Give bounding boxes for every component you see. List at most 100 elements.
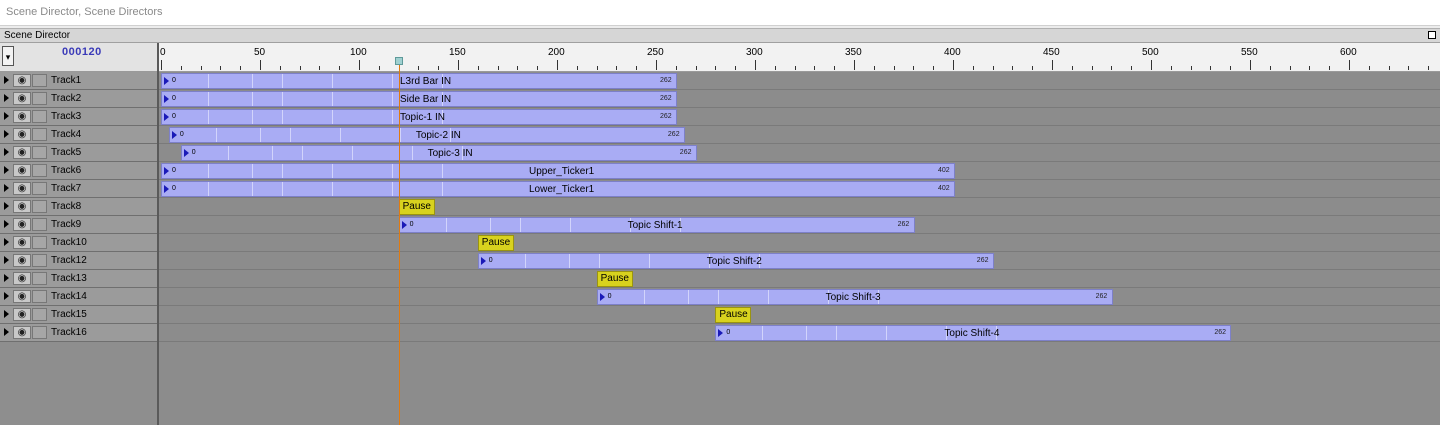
track-row[interactable]: ◉ Track1 [0,72,157,90]
track-row[interactable]: ◉ Track7 [0,180,157,198]
track-lane[interactable]: 0 Topic Shift-1 262 [159,216,1440,234]
pause-marker[interactable]: Pause [596,271,633,287]
eye-icon[interactable]: ◉ [13,326,31,339]
eye-icon[interactable]: ◉ [13,92,31,105]
track-row[interactable]: ◉ Track15 [0,306,157,324]
track-lane[interactable]: 0 Side Bar IN 262 [159,90,1440,108]
lock-toggle[interactable] [32,128,47,141]
lock-toggle[interactable] [32,182,47,195]
playhead[interactable] [398,60,400,425]
keyframe-marker [252,182,253,196]
expand-icon[interactable] [4,220,9,228]
eye-icon[interactable]: ◉ [13,146,31,159]
eye-icon[interactable]: ◉ [13,200,31,213]
track-lane[interactable]: 0 Topic Shift-2 262 [159,252,1440,270]
timeline-clip[interactable]: 0 L3rd Bar IN 262 [161,73,677,89]
lock-toggle[interactable] [32,290,47,303]
lock-toggle[interactable] [32,308,47,321]
track-lane[interactable]: 0 Lower_Ticker1 402 [159,180,1440,198]
eye-icon[interactable]: ◉ [13,236,31,249]
panel-title: Scene Director [4,30,71,41]
timeline-clip[interactable]: 0 Upper_Ticker1 402 [161,163,955,179]
track-lane[interactable]: 0 Topic-1 IN 262 [159,108,1440,126]
track-lane[interactable]: Pause [159,306,1440,324]
lock-toggle[interactable] [32,200,47,213]
eye-icon[interactable]: ◉ [13,164,31,177]
expand-icon[interactable] [4,148,9,156]
track-row[interactable]: ◉ Track3 [0,108,157,126]
timeline-clip[interactable]: 0 Topic-3 IN 262 [180,145,697,161]
track-row[interactable]: ◉ Track6 [0,162,157,180]
eye-icon[interactable]: ◉ [13,182,31,195]
expand-icon[interactable] [4,76,9,84]
lock-toggle[interactable] [32,146,47,159]
timeline-clip[interactable]: 0 Side Bar IN 262 [161,91,677,107]
lock-toggle[interactable] [32,110,47,123]
track-lane[interactable]: 0 Topic Shift-4 262 [159,324,1440,342]
timeline-clip[interactable]: 0 Topic-1 IN 262 [161,109,677,125]
lock-toggle[interactable] [32,74,47,87]
ruler-tick [161,60,162,70]
track-lane[interactable]: 0 Upper_Ticker1 402 [159,162,1440,180]
expand-icon[interactable] [4,274,9,282]
track-row[interactable]: ◉ Track8 [0,198,157,216]
track-row[interactable]: ◉ Track2 [0,90,157,108]
track-row[interactable]: ◉ Track14 [0,288,157,306]
playhead-handle[interactable] [394,57,403,65]
track-row[interactable]: ◉ Track5 [0,144,157,162]
track-lane[interactable]: Pause [159,198,1440,216]
eye-icon[interactable]: ◉ [13,290,31,303]
track-lane[interactable]: 0 Topic-2 IN 262 [159,126,1440,144]
lock-toggle[interactable] [32,254,47,267]
eye-icon[interactable]: ◉ [13,74,31,87]
pause-marker[interactable]: Pause [398,199,435,215]
timeline-clip[interactable]: 0 Topic Shift-3 262 [596,289,1113,305]
track-row[interactable]: ◉ Track4 [0,126,157,144]
track-lane[interactable]: 0 L3rd Bar IN 262 [159,72,1440,90]
track-lane[interactable]: 0 Topic-3 IN 262 [159,144,1440,162]
time-ruler[interactable]: 0 50 100 150 200 250 300 350 400 450 500 550 600 [159,43,1440,72]
track-lane[interactable]: 0 Topic Shift-3 262 [159,288,1440,306]
eye-icon[interactable]: ◉ [13,308,31,321]
dropdown-button[interactable]: ▾ [2,46,14,66]
lock-toggle[interactable] [32,164,47,177]
pause-marker[interactable]: Pause [477,235,514,251]
eye-icon[interactable]: ◉ [13,128,31,141]
eye-icon[interactable]: ◉ [13,254,31,267]
pause-marker[interactable]: Pause [715,307,752,323]
ruler-tick [834,66,836,70]
eye-icon[interactable]: ◉ [13,110,31,123]
eye-icon[interactable]: ◉ [13,218,31,231]
expand-icon[interactable] [4,166,9,174]
track-row[interactable]: ◉ Track9 [0,216,157,234]
maximize-icon[interactable] [1428,31,1436,39]
track-row[interactable]: ◉ Track16 [0,324,157,342]
track-lane[interactable]: Pause [159,270,1440,288]
timeline-clip[interactable]: 0 Topic Shift-4 262 [715,325,1232,341]
expand-icon[interactable] [4,130,9,138]
timeline-clip[interactable]: 0 Topic-2 IN 262 [168,127,685,143]
expand-icon[interactable] [4,184,9,192]
lock-toggle[interactable] [32,272,47,285]
keyframe-marker [282,182,283,196]
expand-icon[interactable] [4,310,9,318]
expand-icon[interactable] [4,112,9,120]
timeline-clip[interactable]: 0 Lower_Ticker1 402 [161,181,955,197]
lock-toggle[interactable] [32,236,47,249]
eye-icon[interactable]: ◉ [13,272,31,285]
expand-icon[interactable] [4,292,9,300]
timeline-clip[interactable]: 0 Topic Shift-1 262 [398,217,915,233]
expand-icon[interactable] [4,94,9,102]
track-lane[interactable]: Pause [159,234,1440,252]
expand-icon[interactable] [4,328,9,336]
track-row[interactable]: ◉ Track10 [0,234,157,252]
track-row[interactable]: ◉ Track12 [0,252,157,270]
track-row[interactable]: ◉ Track13 [0,270,157,288]
lock-toggle[interactable] [32,92,47,105]
lock-toggle[interactable] [32,218,47,231]
timeline-clip[interactable]: 0 Topic Shift-2 262 [477,253,994,269]
expand-icon[interactable] [4,202,9,210]
expand-icon[interactable] [4,256,9,264]
expand-icon[interactable] [4,238,9,246]
lock-toggle[interactable] [32,326,47,339]
